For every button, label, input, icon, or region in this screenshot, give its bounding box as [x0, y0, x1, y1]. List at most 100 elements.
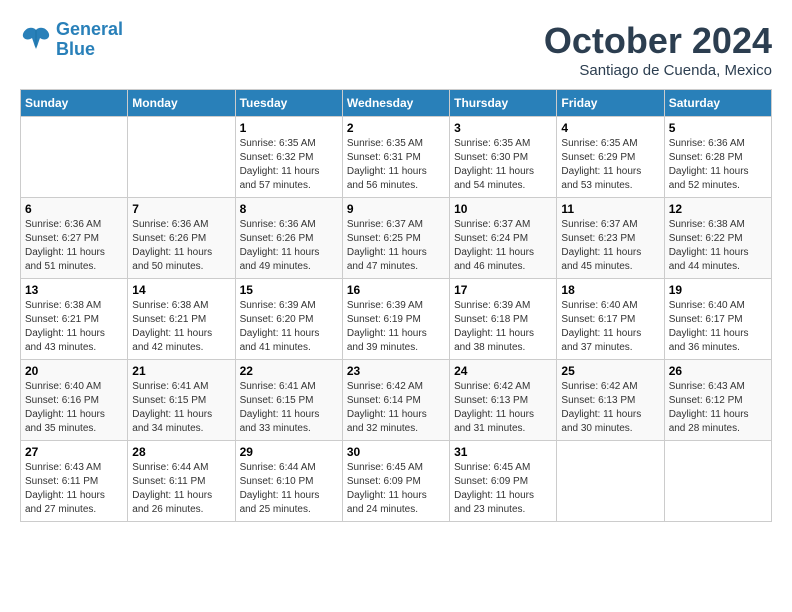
day-info: Sunrise: 6:43 AM Sunset: 6:11 PM Dayligh… [25, 461, 123, 517]
weekday-header: Sunday [21, 90, 128, 117]
calendar-cell: 17 Sunrise: 6:39 AM Sunset: 6:18 PM Dayli… [450, 279, 557, 360]
day-info: Sunrise: 6:35 AM Sunset: 6:29 PM Dayligh… [561, 137, 659, 193]
calendar-cell: 2 Sunrise: 6:35 AM Sunset: 6:31 PM Daylig… [342, 117, 449, 198]
calendar-cell: 18Sunrise: 6:40 AM Sunset: 6:17 PM Dayli… [557, 279, 664, 360]
calendar-cell: 16 Sunrise: 6:39 AM Sunset: 6:19 PM Dayli… [342, 279, 449, 360]
day-number: 16 [347, 283, 445, 297]
calendar-cell: 29 Sunrise: 6:44 AM Sunset: 6:10 PM Dayli… [235, 441, 342, 522]
day-number: 5 [669, 121, 767, 135]
calendar-cell: 14 Sunrise: 6:38 AM Sunset: 6:21 PM Dayli… [128, 279, 235, 360]
day-number: 12 [669, 202, 767, 216]
calendar-week-row: 27 Sunrise: 6:43 AM Sunset: 6:11 PM Dayli… [21, 441, 772, 522]
calendar-week-row: 20 Sunrise: 6:40 AM Sunset: 6:16 PM Dayli… [21, 360, 772, 441]
calendar-cell: 22 Sunrise: 6:41 AM Sunset: 6:15 PM Dayli… [235, 360, 342, 441]
month-title: October 2024 [544, 20, 772, 62]
day-info: Sunrise: 6:36 AM Sunset: 6:26 PM Dayligh… [240, 218, 338, 274]
day-number: 4 [561, 121, 659, 135]
day-info: Sunrise: 6:45 AM Sunset: 6:09 PM Dayligh… [454, 461, 552, 517]
calendar-cell: 7Sunrise: 6:36 AM Sunset: 6:26 PM Daylig… [128, 198, 235, 279]
day-info: Sunrise: 6:44 AM Sunset: 6:10 PM Dayligh… [240, 461, 338, 517]
location: Santiago de Cuenda, Mexico [544, 62, 772, 79]
day-number: 2 [347, 121, 445, 135]
calendar-cell: 12 Sunrise: 6:38 AM Sunset: 6:22 PM Dayli… [664, 198, 771, 279]
title-block: October 2024 Santiago de Cuenda, Mexico [544, 20, 772, 79]
calendar-cell: 3Sunrise: 6:35 AM Sunset: 6:30 PM Daylig… [450, 117, 557, 198]
calendar-week-row: 1Sunrise: 6:35 AM Sunset: 6:32 PM Daylig… [21, 117, 772, 198]
day-info: Sunrise: 6:37 AM Sunset: 6:24 PM Dayligh… [454, 218, 552, 274]
day-info: Sunrise: 6:40 AM Sunset: 6:17 PM Dayligh… [561, 299, 659, 355]
day-number: 7 [132, 202, 230, 216]
day-info: Sunrise: 6:42 AM Sunset: 6:13 PM Dayligh… [454, 380, 552, 436]
day-info: Sunrise: 6:42 AM Sunset: 6:13 PM Dayligh… [561, 380, 659, 436]
logo-text: General Blue [56, 20, 123, 60]
day-number: 17 [454, 283, 552, 297]
weekday-header: Tuesday [235, 90, 342, 117]
day-number: 27 [25, 445, 123, 459]
calendar-cell: 10 Sunrise: 6:37 AM Sunset: 6:24 PM Dayli… [450, 198, 557, 279]
day-info: Sunrise: 6:39 AM Sunset: 6:20 PM Dayligh… [240, 299, 338, 355]
calendar-week-row: 6Sunrise: 6:36 AM Sunset: 6:27 PM Daylig… [21, 198, 772, 279]
day-number: 9 [347, 202, 445, 216]
day-info: Sunrise: 6:38 AM Sunset: 6:21 PM Dayligh… [25, 299, 123, 355]
day-number: 29 [240, 445, 338, 459]
day-number: 25 [561, 364, 659, 378]
weekday-header: Thursday [450, 90, 557, 117]
day-number: 22 [240, 364, 338, 378]
weekday-header: Wednesday [342, 90, 449, 117]
calendar-week-row: 13 Sunrise: 6:38 AM Sunset: 6:21 PM Dayli… [21, 279, 772, 360]
day-number: 20 [25, 364, 123, 378]
calendar-cell [557, 441, 664, 522]
day-info: Sunrise: 6:41 AM Sunset: 6:15 PM Dayligh… [132, 380, 230, 436]
calendar-cell: 4 Sunrise: 6:35 AM Sunset: 6:29 PM Daylig… [557, 117, 664, 198]
calendar-cell: 5 Sunrise: 6:36 AM Sunset: 6:28 PM Daylig… [664, 117, 771, 198]
day-number: 6 [25, 202, 123, 216]
day-info: Sunrise: 6:36 AM Sunset: 6:28 PM Dayligh… [669, 137, 767, 193]
day-info: Sunrise: 6:40 AM Sunset: 6:16 PM Dayligh… [25, 380, 123, 436]
day-number: 15 [240, 283, 338, 297]
weekday-header: Friday [557, 90, 664, 117]
day-number: 23 [347, 364, 445, 378]
calendar-cell: 8 Sunrise: 6:36 AM Sunset: 6:26 PM Daylig… [235, 198, 342, 279]
day-info: Sunrise: 6:40 AM Sunset: 6:17 PM Dayligh… [669, 299, 767, 355]
calendar-cell: 15 Sunrise: 6:39 AM Sunset: 6:20 PM Dayli… [235, 279, 342, 360]
day-number: 26 [669, 364, 767, 378]
day-number: 11 [561, 202, 659, 216]
calendar-cell [664, 441, 771, 522]
day-number: 13 [25, 283, 123, 297]
day-number: 1 [240, 121, 338, 135]
calendar-cell: 24 Sunrise: 6:42 AM Sunset: 6:13 PM Dayli… [450, 360, 557, 441]
day-number: 31 [454, 445, 552, 459]
day-number: 8 [240, 202, 338, 216]
calendar-cell [21, 117, 128, 198]
day-info: Sunrise: 6:39 AM Sunset: 6:19 PM Dayligh… [347, 299, 445, 355]
day-info: Sunrise: 6:35 AM Sunset: 6:30 PM Dayligh… [454, 137, 552, 193]
day-info: Sunrise: 6:39 AM Sunset: 6:18 PM Dayligh… [454, 299, 552, 355]
day-info: Sunrise: 6:35 AM Sunset: 6:31 PM Dayligh… [347, 137, 445, 193]
day-number: 21 [132, 364, 230, 378]
day-info: Sunrise: 6:44 AM Sunset: 6:11 PM Dayligh… [132, 461, 230, 517]
calendar-cell: 6Sunrise: 6:36 AM Sunset: 6:27 PM Daylig… [21, 198, 128, 279]
weekday-header-row: SundayMondayTuesdayWednesdayThursdayFrid… [21, 90, 772, 117]
calendar-cell: 9Sunrise: 6:37 AM Sunset: 6:25 PM Daylig… [342, 198, 449, 279]
day-number: 28 [132, 445, 230, 459]
calendar-cell: 30Sunrise: 6:45 AM Sunset: 6:09 PM Dayli… [342, 441, 449, 522]
calendar-cell: 31 Sunrise: 6:45 AM Sunset: 6:09 PM Dayli… [450, 441, 557, 522]
day-number: 24 [454, 364, 552, 378]
calendar-cell: 11 Sunrise: 6:37 AM Sunset: 6:23 PM Dayli… [557, 198, 664, 279]
weekday-header: Saturday [664, 90, 771, 117]
day-info: Sunrise: 6:38 AM Sunset: 6:22 PM Dayligh… [669, 218, 767, 274]
calendar-cell: 1Sunrise: 6:35 AM Sunset: 6:32 PM Daylig… [235, 117, 342, 198]
calendar-cell: 28 Sunrise: 6:44 AM Sunset: 6:11 PM Dayli… [128, 441, 235, 522]
calendar-cell: 27 Sunrise: 6:43 AM Sunset: 6:11 PM Dayli… [21, 441, 128, 522]
calendar-cell: 20 Sunrise: 6:40 AM Sunset: 6:16 PM Dayli… [21, 360, 128, 441]
weekday-header: Monday [128, 90, 235, 117]
day-info: Sunrise: 6:37 AM Sunset: 6:23 PM Dayligh… [561, 218, 659, 274]
day-number: 30 [347, 445, 445, 459]
day-info: Sunrise: 6:42 AM Sunset: 6:14 PM Dayligh… [347, 380, 445, 436]
calendar-cell [128, 117, 235, 198]
day-info: Sunrise: 6:41 AM Sunset: 6:15 PM Dayligh… [240, 380, 338, 436]
day-number: 14 [132, 283, 230, 297]
day-info: Sunrise: 6:38 AM Sunset: 6:21 PM Dayligh… [132, 299, 230, 355]
calendar-cell: 26Sunrise: 6:43 AM Sunset: 6:12 PM Dayli… [664, 360, 771, 441]
day-number: 10 [454, 202, 552, 216]
